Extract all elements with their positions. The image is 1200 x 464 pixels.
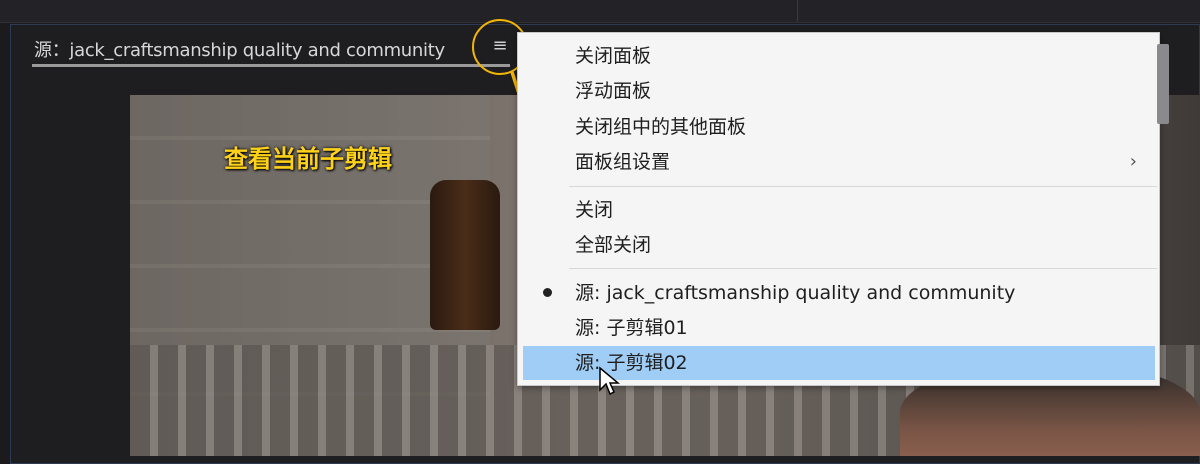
menu-item-close-others[interactable]: 关闭组中的其他面板 xyxy=(523,110,1155,144)
panel-context-menu: 关闭面板 浮动面板 关闭组中的其他面板 面板组设置 › 关闭 全部关闭 源: j… xyxy=(517,32,1160,386)
chevron-right-icon: › xyxy=(1129,151,1137,172)
menu-item-label: 关闭 xyxy=(575,199,614,221)
menu-item-label: 全部关闭 xyxy=(575,234,652,256)
menu-divider xyxy=(569,268,1157,269)
menu-item-panel-group-settings[interactable]: 面板组设置 › xyxy=(523,145,1155,179)
menu-item-close[interactable]: 关闭 xyxy=(523,193,1155,227)
menu-item-close-panel[interactable]: 关闭面板 xyxy=(523,39,1155,73)
menu-divider xyxy=(569,186,1157,187)
menu-item-label: 关闭面板 xyxy=(575,45,652,67)
menu-item-label: 源: 子剪辑01 xyxy=(575,317,688,339)
menu-item-label: 源: jack_craftsmanship quality and commun… xyxy=(575,282,1016,304)
menu-item-label: 面板组设置 xyxy=(575,151,671,173)
menu-item-float-panel[interactable]: 浮动面板 xyxy=(523,74,1155,108)
menu-item-source-subclip-01[interactable]: 源: 子剪辑01 xyxy=(523,311,1155,345)
checked-bullet-icon xyxy=(543,288,552,297)
menu-item-label: 关闭组中的其他面板 xyxy=(575,116,747,138)
menu-item-label: 浮动面板 xyxy=(575,80,652,102)
menu-item-label: 源: 子剪辑02 xyxy=(575,352,688,374)
menu-item-close-all[interactable]: 全部关闭 xyxy=(523,228,1155,262)
scrollbar-thumb[interactable] xyxy=(1157,44,1169,124)
menu-item-source-main[interactable]: 源: jack_craftsmanship quality and commun… xyxy=(523,276,1155,310)
mouse-cursor-icon xyxy=(599,366,620,396)
